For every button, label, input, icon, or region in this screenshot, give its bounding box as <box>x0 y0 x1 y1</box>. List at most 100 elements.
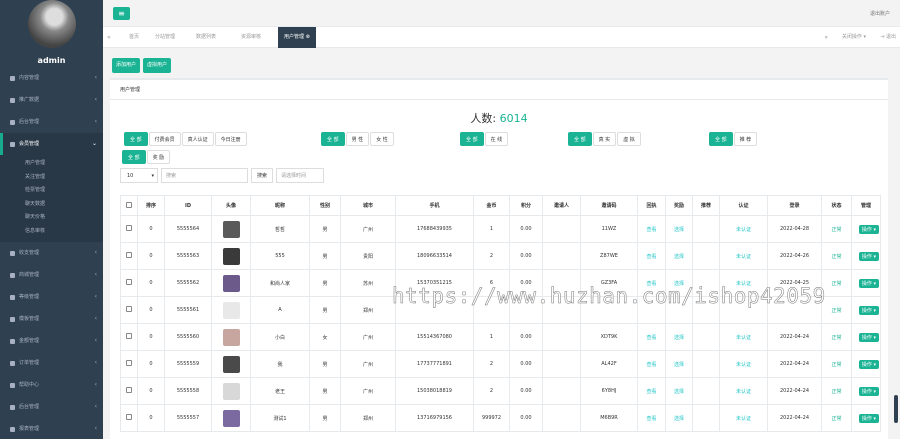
sidebar-item-1[interactable]: 推广数据 ‹ <box>0 89 103 111</box>
filter-button[interactable]: 全 部 <box>321 132 345 146</box>
row-checkbox[interactable] <box>126 333 132 339</box>
filter-button[interactable]: 全 部 <box>709 132 733 146</box>
row-checkbox[interactable] <box>126 279 132 285</box>
operation-button[interactable]: 操作 ▾ <box>858 251 879 261</box>
tab-ops-dropdown[interactable]: 关闭操作 ▾ <box>842 27 866 48</box>
view-link[interactable]: 查看 <box>646 227 656 233</box>
row-checkbox[interactable] <box>126 306 132 312</box>
select-link[interactable]: 选择 <box>674 362 684 368</box>
select-link[interactable]: 选择 <box>674 254 684 260</box>
filter-button[interactable]: 付费会员 <box>148 132 181 146</box>
row-checkbox[interactable] <box>126 225 132 231</box>
tab-next-icon[interactable]: » <box>824 27 828 48</box>
submenu-item[interactable]: 聊天价格 <box>0 211 103 225</box>
tab-substation[interactable]: 分站管理 <box>149 27 181 48</box>
tab-user-management[interactable]: 用户管理 ⊗ <box>278 27 316 48</box>
filter-button[interactable]: 男 性 <box>345 132 370 146</box>
select-all-checkbox[interactable] <box>126 201 132 208</box>
auth-status[interactable]: 未认证 <box>736 254 751 260</box>
submenu-item[interactable]: 聊天数据 <box>0 198 103 212</box>
auth-status[interactable]: 未认证 <box>736 335 751 341</box>
auth-status[interactable]: 未认证 <box>736 389 751 395</box>
virtual-user-button[interactable]: 虚拟用户 <box>142 58 171 73</box>
operation-button[interactable]: 操作 ▾ <box>858 359 879 369</box>
view-link[interactable]: 查看 <box>646 416 656 422</box>
submenu-item[interactable]: 信息审核 <box>0 225 103 239</box>
row-checkbox[interactable] <box>126 252 132 258</box>
select-link[interactable]: 选择 <box>674 416 684 422</box>
cell-login: 2022-04-24 <box>767 377 822 405</box>
select-link[interactable]: 选择 <box>674 227 684 233</box>
shop-icon <box>10 272 15 278</box>
sidebar-item-11[interactable]: 后台管理 ‹ <box>0 396 103 418</box>
sidebar-item-6[interactable]: 等级管理 ‹ <box>0 286 103 308</box>
submenu-item[interactable]: 检票管理 <box>0 184 103 198</box>
table-row: 0 5555558 老王 男 广州 15038018819 2 0.00 6Y8HJ 查看 选择 未认… <box>120 377 881 405</box>
filter-button[interactable]: 奖 励 <box>146 150 171 164</box>
tab-home[interactable]: 首页 <box>123 27 145 48</box>
search-input[interactable]: 搜索 <box>161 168 248 183</box>
view-link[interactable]: 查看 <box>646 254 656 260</box>
cell-coin-text: 1 <box>489 226 494 232</box>
username[interactable]: admin <box>0 56 103 65</box>
row-checkbox[interactable] <box>126 414 132 420</box>
avatar[interactable] <box>28 0 76 48</box>
auth-status[interactable]: 未认证 <box>736 362 751 368</box>
tab-resource-review[interactable]: 资源审核 <box>235 27 267 48</box>
row-checkbox[interactable] <box>126 360 132 366</box>
submenu-item[interactable]: 用户管理 <box>0 157 103 171</box>
view-link[interactable]: 查看 <box>646 389 656 395</box>
tab-prev-icon[interactable]: « <box>107 27 111 48</box>
filter-button[interactable]: 全 部 <box>568 132 592 146</box>
sidebar-item-10[interactable]: 帮助中心 ‹ <box>0 374 103 396</box>
sidebar-item-8[interactable]: 金额管理 ‹ <box>0 330 103 352</box>
submenu-item[interactable]: 关注管理 <box>0 171 103 185</box>
select-link[interactable]: 选择 <box>674 389 684 395</box>
filter-button[interactable]: 真人认证 <box>181 132 214 146</box>
tab-quit-button[interactable]: ⇥ 退出 <box>880 27 896 48</box>
operation-button[interactable]: 操作 ▾ <box>858 278 879 288</box>
search-button[interactable]: 搜索 <box>251 168 274 183</box>
row-checkbox[interactable] <box>126 387 132 393</box>
exit-link[interactable]: 退出账户 <box>870 10 890 17</box>
operation-button[interactable]: 操作 ▾ <box>858 413 879 423</box>
sidebar-item-2[interactable]: 后台管理 ‹ <box>0 111 103 133</box>
filter-button[interactable]: 全 部 <box>124 132 148 146</box>
view-link[interactable]: 查看 <box>646 335 656 341</box>
filter-button[interactable]: 在 线 <box>484 132 509 146</box>
operation-button[interactable]: 操作 ▾ <box>858 224 879 234</box>
view-link[interactable]: 查看 <box>646 362 656 368</box>
chevron-left-icon: ‹ <box>94 271 97 278</box>
sidebar-item-9[interactable]: 订单管理 ‹ <box>0 352 103 374</box>
cell-inviter <box>542 323 581 351</box>
sidebar-item-12[interactable]: 报表管理 ‹ <box>0 418 103 439</box>
filter-button[interactable]: 全 部 <box>122 150 146 164</box>
sidebar-item-7[interactable]: 模板管理 ‹ <box>0 308 103 330</box>
cell-city: 苏州 <box>340 269 396 297</box>
date-picker-input[interactable]: 请选择时间 <box>276 168 325 183</box>
scrollbar[interactable] <box>894 395 898 423</box>
auth-status[interactable]: 未认证 <box>736 227 751 233</box>
close-icon[interactable]: ⊗ <box>306 34 310 40</box>
auth-status[interactable]: 未认证 <box>736 416 751 422</box>
menu-toggle-button[interactable]: ≡ <box>113 7 130 20</box>
operation-button[interactable]: 操作 ▾ <box>858 332 879 342</box>
filter-button[interactable]: 女 性 <box>370 132 394 146</box>
sidebar-item-3[interactable]: 会员管理 ⌄ <box>0 133 103 155</box>
operation-button[interactable]: 操作 ▾ <box>858 386 879 396</box>
filter-button[interactable]: 全 部 <box>460 132 484 146</box>
filter-button[interactable]: 真 实 <box>592 132 617 146</box>
add-user-button[interactable]: 添加用户 <box>112 58 141 73</box>
cell-sex: 男 <box>309 350 341 378</box>
filter-button[interactable]: 推 荐 <box>733 132 758 146</box>
filter-button[interactable]: 今日注册 <box>214 132 247 146</box>
operation-button[interactable]: 操作 ▾ <box>858 305 879 315</box>
tab-data-list[interactable]: 数据列表 <box>190 27 222 48</box>
sidebar-item-0[interactable]: 内容管理 ‹ <box>0 67 103 89</box>
page-size-select[interactable]: 10 ▾ <box>120 168 158 183</box>
select-link[interactable]: 选择 <box>674 335 684 341</box>
filter-button[interactable]: 虚 拟 <box>617 132 641 146</box>
sidebar-item-5[interactable]: 商城管理 ‹ <box>0 264 103 286</box>
column-header: 回执 <box>637 195 666 216</box>
sidebar-item-4[interactable]: 收支管理 ‹ <box>0 242 103 264</box>
